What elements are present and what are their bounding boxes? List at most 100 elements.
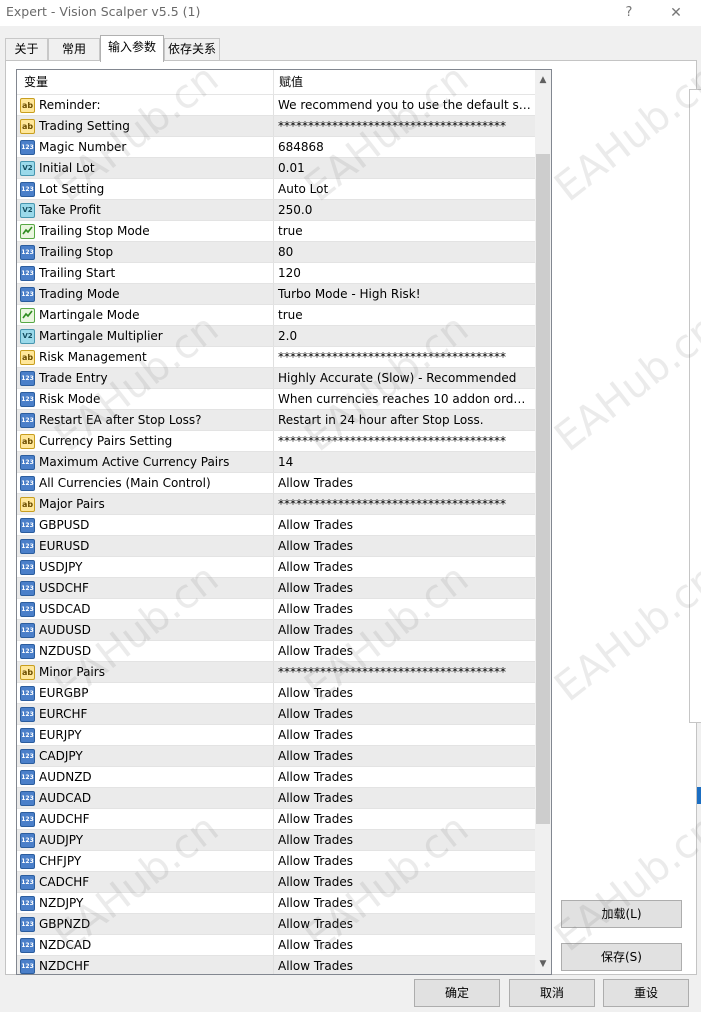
parameter-value[interactable]: Highly Accurate (Slow) - Recommended	[274, 368, 535, 388]
parameter-value[interactable]: Allow Trades	[274, 704, 535, 724]
parameter-value[interactable]: 0.01	[274, 158, 535, 178]
parameter-row[interactable]: 123 Restart EA after Stop Loss? Restart in…	[17, 410, 535, 431]
parameter-value[interactable]: Allow Trades	[274, 956, 535, 974]
parameter-value[interactable]: Allow Trades	[274, 935, 535, 955]
scrollbar-thumb[interactable]	[536, 154, 550, 824]
parameter-value[interactable]: 2.0	[274, 326, 535, 346]
parameter-value[interactable]: Allow Trades	[274, 830, 535, 850]
parameter-value[interactable]: Allow Trades	[274, 767, 535, 787]
parameter-row[interactable]: 123 Trailing Stop 80	[17, 242, 535, 263]
parameter-value[interactable]: **************************************	[274, 494, 535, 514]
parameter-value[interactable]: Allow Trades	[274, 809, 535, 829]
parameter-value[interactable]: Allow Trades	[274, 725, 535, 745]
parameter-value[interactable]: 80	[274, 242, 535, 262]
parameter-row[interactable]: 123 Maximum Active Currency Pairs 14	[17, 452, 535, 473]
column-header-value[interactable]: 赋值	[274, 70, 535, 95]
column-header-variable[interactable]: 变量	[17, 70, 274, 95]
parameter-row[interactable]: 123 EURJPY Allow Trades	[17, 725, 535, 746]
parameter-row[interactable]: ab Risk Management ***********************…	[17, 347, 535, 368]
parameter-value[interactable]: Allow Trades	[274, 683, 535, 703]
parameter-row[interactable]: 123 Magic Number 684868	[17, 137, 535, 158]
parameter-value[interactable]: **************************************	[274, 347, 535, 367]
parameter-row[interactable]: 123 CHFJPY Allow Trades	[17, 851, 535, 872]
parameter-row[interactable]: 123 Lot Setting Auto Lot	[17, 179, 535, 200]
parameter-value[interactable]: true	[274, 221, 535, 241]
parameter-value[interactable]: When currencies reaches 10 addon orders.…	[274, 389, 535, 409]
parameter-value[interactable]: **************************************	[274, 116, 535, 136]
parameter-row[interactable]: 123 NZDCHF Allow Trades	[17, 956, 535, 974]
parameter-value[interactable]: Allow Trades	[274, 599, 535, 619]
parameter-row[interactable]: 123 Trading Mode Turbo Mode - High Risk!	[17, 284, 535, 305]
parameter-row[interactable]: 123 EURGBP Allow Trades	[17, 683, 535, 704]
parameter-value[interactable]: Allow Trades	[274, 788, 535, 808]
parameter-row[interactable]: 123 USDJPY Allow Trades	[17, 557, 535, 578]
load-button[interactable]: 加载(L)	[561, 900, 682, 928]
parameter-row[interactable]: 123 NZDCAD Allow Trades	[17, 935, 535, 956]
parameter-row[interactable]: ab Minor Pairs ***************************…	[17, 662, 535, 683]
ok-button[interactable]: 确定	[414, 979, 500, 1007]
parameter-row[interactable]: 123 AUDUSD Allow Trades	[17, 620, 535, 641]
parameter-value[interactable]: Allow Trades	[274, 641, 535, 661]
parameter-row[interactable]: V2 Martingale Multiplier 2.0	[17, 326, 535, 347]
parameter-row[interactable]: 123 USDCAD Allow Trades	[17, 599, 535, 620]
vertical-scrollbar[interactable]: ▲ ▼	[535, 70, 551, 974]
parameter-value[interactable]: We recommend you to use the default sett…	[274, 95, 535, 115]
parameter-value[interactable]: Allow Trades	[274, 893, 535, 913]
parameter-row[interactable]: 123 All Currencies (Main Control) Allow Tr…	[17, 473, 535, 494]
parameter-row[interactable]: 123 Trade Entry Highly Accurate (Slow) - R…	[17, 368, 535, 389]
parameter-value[interactable]: Allow Trades	[274, 872, 535, 892]
parameter-value[interactable]: Allow Trades	[274, 557, 535, 577]
parameter-value[interactable]: **************************************	[274, 431, 535, 451]
parameter-row[interactable]: V2 Initial Lot 0.01	[17, 158, 535, 179]
parameter-value[interactable]: Turbo Mode - High Risk!	[274, 284, 535, 304]
cancel-button[interactable]: 取消	[509, 979, 595, 1007]
parameter-row[interactable]: 123 USDCHF Allow Trades	[17, 578, 535, 599]
scroll-up-icon[interactable]: ▲	[535, 72, 551, 89]
parameter-value[interactable]: 250.0	[274, 200, 535, 220]
parameter-row[interactable]: 123 NZDUSD Allow Trades	[17, 641, 535, 662]
parameter-row[interactable]: Martingale Mode true	[17, 305, 535, 326]
parameter-value[interactable]: Restart in 24 hour after Stop Loss.	[274, 410, 535, 430]
parameter-row[interactable]: 123 NZDJPY Allow Trades	[17, 893, 535, 914]
parameter-row[interactable]: 123 EURUSD Allow Trades	[17, 536, 535, 557]
parameter-row[interactable]: ab Major Pairs ***************************…	[17, 494, 535, 515]
parameter-value[interactable]: Auto Lot	[274, 179, 535, 199]
parameter-row[interactable]: 123 AUDCAD Allow Trades	[17, 788, 535, 809]
parameter-value[interactable]: 14	[274, 452, 535, 472]
parameter-row[interactable]: 123 GBPNZD Allow Trades	[17, 914, 535, 935]
parameter-row[interactable]: 123 EURCHF Allow Trades	[17, 704, 535, 725]
parameter-value[interactable]: Allow Trades	[274, 578, 535, 598]
parameter-row[interactable]: 123 Trailing Start 120	[17, 263, 535, 284]
parameter-row[interactable]: ab Currency Pairs Setting ****************…	[17, 431, 535, 452]
reset-button[interactable]: 重设	[603, 979, 689, 1007]
parameter-row[interactable]: 123 Risk Mode When currencies reaches 10 a…	[17, 389, 535, 410]
parameter-row[interactable]: Trailing Stop Mode true	[17, 221, 535, 242]
parameter-row[interactable]: V2 Take Profit 250.0	[17, 200, 535, 221]
parameter-row[interactable]: 123 AUDNZD Allow Trades	[17, 767, 535, 788]
tab-dependencies[interactable]: 依存关系	[164, 38, 220, 60]
parameter-row[interactable]: 123 AUDJPY Allow Trades	[17, 830, 535, 851]
parameter-value[interactable]: 120	[274, 263, 535, 283]
help-icon[interactable]: ?	[612, 2, 646, 24]
parameter-value[interactable]: **************************************	[274, 662, 535, 682]
parameter-value[interactable]: Allow Trades	[274, 746, 535, 766]
parameter-value[interactable]: Allow Trades	[274, 914, 535, 934]
parameter-value[interactable]: Allow Trades	[274, 851, 535, 871]
parameter-row[interactable]: ab Trading Setting ***********************…	[17, 116, 535, 137]
parameter-value[interactable]: Allow Trades	[274, 536, 535, 556]
parameter-value[interactable]: Allow Trades	[274, 515, 535, 535]
parameter-value[interactable]: true	[274, 305, 535, 325]
tab-common[interactable]: 常用	[48, 38, 100, 60]
save-button[interactable]: 保存(S)	[561, 943, 682, 971]
scroll-down-icon[interactable]: ▼	[535, 956, 551, 973]
parameter-value[interactable]: 684868	[274, 137, 535, 157]
parameter-row[interactable]: 123 CADCHF Allow Trades	[17, 872, 535, 893]
close-icon[interactable]: ✕	[656, 2, 696, 24]
parameter-row[interactable]: ab Reminder: We recommend you to use the d…	[17, 95, 535, 116]
tab-about[interactable]: 关于	[5, 38, 48, 60]
parameter-row[interactable]: 123 CADJPY Allow Trades	[17, 746, 535, 767]
parameter-value[interactable]: Allow Trades	[274, 473, 535, 493]
parameter-row[interactable]: 123 AUDCHF Allow Trades	[17, 809, 535, 830]
tab-inputs[interactable]: 输入参数	[100, 35, 164, 62]
parameter-row[interactable]: 123 GBPUSD Allow Trades	[17, 515, 535, 536]
